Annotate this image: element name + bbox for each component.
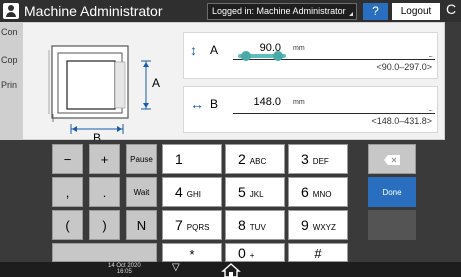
digit-4-key[interactable]: 4 GHI <box>162 177 222 207</box>
letters-label: JKL <box>249 190 264 199</box>
date-time: 14 Oct 2020 16:05 <box>108 263 141 275</box>
digit-label: 6 <box>301 184 309 200</box>
digit-label: 4 <box>175 184 183 200</box>
digit-9-key[interactable]: 9 WXYZ <box>288 210 348 240</box>
digit-1-key[interactable]: 1 <box>162 144 222 174</box>
period-key[interactable]: . <box>89 177 120 207</box>
right-paren-key[interactable]: ) <box>89 210 120 240</box>
home-icon[interactable] <box>220 262 242 277</box>
dimension-b-row: ↔ B 148.0 mm ... <148.0–431.8> <box>183 86 438 133</box>
title-bar: Machine Administrator Logged in: Machine… <box>0 0 461 22</box>
left-paren-key[interactable]: ( <box>52 210 83 240</box>
vertical-arrow-icon: ↕ <box>190 42 197 58</box>
digit-label: 3 <box>301 151 309 167</box>
letters-label: TUV <box>249 223 266 232</box>
dimension-b-range: <148.0–431.8> <box>371 116 432 126</box>
dimension-b-unit: mm <box>293 99 305 106</box>
dimension-a-input[interactable]: 90.0 mm ... <box>233 38 435 61</box>
background-menu-item[interactable]: Cop <box>1 55 22 65</box>
user-icon <box>3 3 19 19</box>
help-button[interactable]: ? <box>363 3 388 20</box>
page-title: Machine Administrator <box>24 3 163 19</box>
dimension-a-unit: mm <box>293 45 305 52</box>
time-text: 16:05 <box>116 269 132 275</box>
paper-size-diagram-icon: A B <box>48 45 160 140</box>
digit-2-key[interactable]: 2 ABC <box>225 144 285 174</box>
digit-label: 9 <box>301 217 309 233</box>
logout-button[interactable]: Logout <box>392 3 440 20</box>
background-menu: Con Cop Prin <box>0 22 22 140</box>
letters-label: WXYZ <box>312 223 336 232</box>
letters-label: ABC <box>249 157 267 166</box>
blank-key <box>368 210 416 240</box>
slider-handle[interactable] <box>241 51 251 61</box>
dimension-a-range: <90.0–297.0> <box>376 62 432 72</box>
digit-0-key[interactable]: 0 + <box>225 243 285 262</box>
dimension-b-input[interactable]: 148.0 mm ... <box>233 92 435 114</box>
digit-6-key[interactable]: 6 MNO <box>288 177 348 207</box>
digit-3-key[interactable]: 3 DEF <box>288 144 348 174</box>
background-menu-item[interactable]: Con <box>1 27 22 37</box>
digit-8-key[interactable]: 8 TUV <box>225 210 285 240</box>
dimension-a-label-text: A <box>210 43 219 57</box>
comma-key[interactable]: , <box>52 177 83 207</box>
letters-label: DEF <box>312 157 329 166</box>
pause-key[interactable]: Pause <box>126 144 157 174</box>
dimension-a-row: ↕ A 90.0 mm ... <90.0–297.0> <box>183 32 438 79</box>
backspace-key[interactable] <box>368 144 416 174</box>
more-icon[interactable]: ... <box>428 50 433 59</box>
background-menu-item[interactable]: Prin <box>1 80 22 90</box>
minus-key[interactable]: − <box>52 144 83 174</box>
letters-label: + <box>249 251 255 260</box>
done-button[interactable]: Done <box>368 177 416 207</box>
extra-indicator: C <box>446 1 457 17</box>
digit-label: 5 <box>238 184 246 200</box>
status-bar: 14 Oct 2020 16:05 ▽ <box>0 262 461 277</box>
blank-key <box>52 243 157 262</box>
digit-label: 8 <box>238 217 246 233</box>
letters-label: GHI <box>186 190 202 199</box>
slider-handle[interactable] <box>273 51 283 61</box>
digit-7-key[interactable]: 7 PQRS <box>162 210 222 240</box>
star-key[interactable]: * <box>162 243 222 262</box>
dimension-a-label: A <box>152 76 160 90</box>
chevron-down-icon[interactable]: ▽ <box>172 262 180 273</box>
hash-key[interactable]: # <box>288 243 348 262</box>
more-icon[interactable]: ... <box>428 104 433 113</box>
dimension-b-label: B <box>93 131 101 140</box>
backspace-icon <box>384 155 400 165</box>
dimension-b-label-text: B <box>210 97 219 111</box>
digit-5-key[interactable]: 5 JKL <box>225 177 285 207</box>
n-key[interactable]: N <box>126 210 157 240</box>
wait-key[interactable]: Wait <box>126 177 157 207</box>
digit-label: 0 <box>238 245 246 261</box>
digit-label: 1 <box>175 151 183 167</box>
letters-label: PQRS <box>186 223 210 232</box>
horizontal-arrow-icon: ↔ <box>190 96 204 112</box>
digit-label: 2 <box>238 151 246 167</box>
letters-label: MNO <box>312 190 332 199</box>
keypad: − + Pause , . Wait ( ) N 1 2 ABC 3 DEF 4 GH… <box>0 140 461 262</box>
dimension-b-value: 148.0 <box>253 96 281 108</box>
plus-key[interactable]: + <box>89 144 120 174</box>
digit-label: 7 <box>175 217 183 233</box>
login-status[interactable]: Logged in: Machine Administrator <box>207 3 357 20</box>
